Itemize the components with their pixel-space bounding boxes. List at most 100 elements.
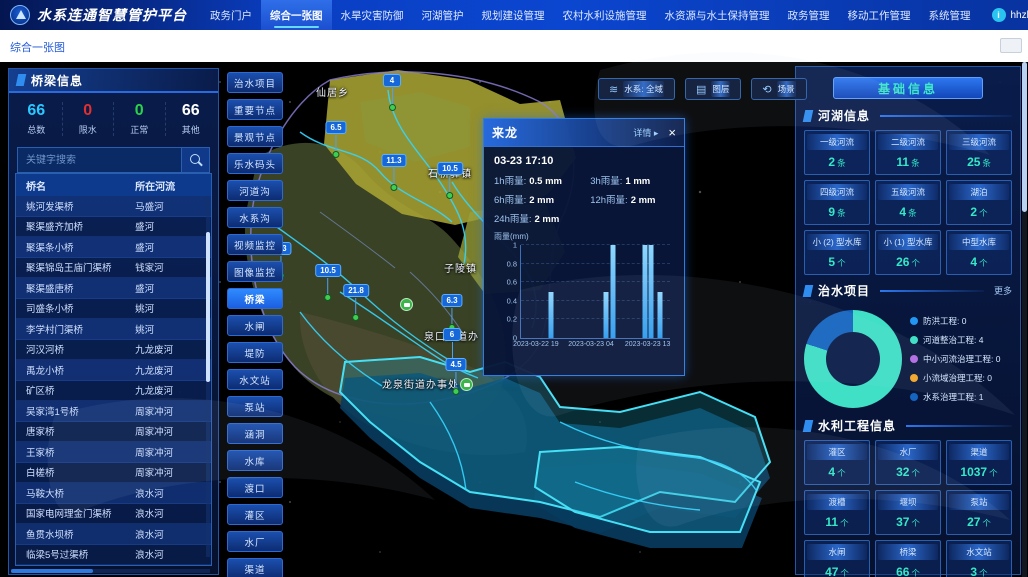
water-level-marker[interactable]: 10.5 <box>437 158 463 199</box>
table-row[interactable]: 白槎桥周家冲河 <box>16 463 211 484</box>
camera-marker-icon[interactable] <box>460 378 473 391</box>
nav-item-7[interactable]: 水资源与水土保持管理 <box>656 0 779 30</box>
layer-menu-item-1[interactable]: 治水项目 <box>227 72 283 93</box>
engineering-stat-cell: 桥梁66个 <box>875 540 941 577</box>
legend-item: 水系治理工程: 1 <box>910 391 1012 403</box>
table-row[interactable]: 国家电网理金门渠桥浪水河 <box>16 504 211 525</box>
section-marker-icon <box>803 285 814 297</box>
table-row[interactable]: 姚河发渠桥马盛河 <box>16 196 211 217</box>
nav-item-5[interactable]: 规划建设管理 <box>473 0 554 30</box>
layer-menu-item-8[interactable]: 图像监控 <box>227 261 283 282</box>
table-row[interactable]: 王家桥周家冲河 <box>16 442 211 463</box>
camera-marker-icon[interactable] <box>400 298 413 311</box>
table-row[interactable]: 禹龙小桥九龙废河 <box>16 360 211 381</box>
map-control-scene[interactable]: ⟲场景 <box>751 78 806 100</box>
marker-value: 4 <box>383 74 401 87</box>
engineering-section-title: 水利工程信息 <box>818 417 896 434</box>
river-section-title: 河湖信息 <box>818 107 870 124</box>
table-row[interactable]: 聚渠锦岛王庙门渠桥钱家河 <box>16 258 211 279</box>
stat-cell-value: 4个 <box>807 460 867 481</box>
nav-item-9[interactable]: 移动工作管理 <box>839 0 920 30</box>
stat-cell-value: 5个 <box>807 250 867 271</box>
marker-stem <box>449 176 450 192</box>
nav-item-6[interactable]: 农村水利设施管理 <box>554 0 656 30</box>
layer-menu-item-6[interactable]: 水系沟 <box>227 207 283 228</box>
search-input[interactable] <box>17 147 182 173</box>
legend-item: 小流域治理工程: 0 <box>910 372 1012 384</box>
page-scrollbar[interactable] <box>1022 62 1027 577</box>
layer-menu-item-13[interactable]: 泵站 <box>227 396 283 417</box>
basic-info-button[interactable]: 基础信息 <box>833 77 983 99</box>
stat-cell-value: 4条 <box>878 200 938 221</box>
chart-x-tick: 2023-03-23 13 <box>625 341 671 348</box>
water-level-marker[interactable]: 11.3 <box>381 150 406 191</box>
stat-cell-value: 11条 <box>878 150 938 171</box>
nav-item-2[interactable]: 综合一张图 <box>261 0 332 30</box>
table-header-bridge: 桥名 <box>16 178 129 193</box>
nav-item-4[interactable]: 河湖管护 <box>413 0 473 30</box>
layer-menu-item-18[interactable]: 水厂 <box>227 531 283 552</box>
water-level-marker[interactable]: 4 <box>383 70 401 111</box>
layer-menu-item-11[interactable]: 堤防 <box>227 342 283 363</box>
more-link[interactable]: 更多 <box>994 284 1012 297</box>
layer-menu-item-15[interactable]: 水库 <box>227 450 283 471</box>
layer-menu-item-4[interactable]: 乐水码头 <box>227 153 283 174</box>
table-row[interactable]: 司盛条小桥姚河 <box>16 299 211 320</box>
layer-menu-item-3[interactable]: 景观节点 <box>227 126 283 147</box>
layer-menu-item-10[interactable]: 水闸 <box>227 315 283 336</box>
table-row[interactable]: 鱼贯水坝桥浪水河 <box>16 524 211 545</box>
breadcrumb[interactable]: 综合一张图 <box>10 39 65 55</box>
search-icon[interactable] <box>182 147 210 173</box>
table-row[interactable]: 聚渠条小桥盛河 <box>16 237 211 258</box>
layer-menu-item-2[interactable]: 重要节点 <box>227 99 283 120</box>
scrollbar-thumb[interactable] <box>206 232 210 382</box>
table-row[interactable]: 马鞍大桥浪水河 <box>16 483 211 504</box>
table-row[interactable]: 唐家桥周家冲河 <box>16 422 211 443</box>
bridge-name-cell: 聚渠盛唐桥 <box>16 281 129 295</box>
layer-menu-item-17[interactable]: 灌区 <box>227 504 283 525</box>
layer-menu-item-7[interactable]: 视频监控 <box>227 234 283 255</box>
stat-cell-unit: 个 <box>911 518 920 528</box>
bridge-name-cell: 李学村门渠桥 <box>16 322 129 336</box>
table-row[interactable]: 河汉河桥九龙废河 <box>16 340 211 361</box>
stat-cell-unit: 个 <box>840 518 849 528</box>
table-row[interactable]: 聚渠盛唐桥盛河 <box>16 278 211 299</box>
table-horizontal-scrollbar[interactable] <box>11 569 210 573</box>
nav-item-8[interactable]: 政务管理 <box>779 0 839 30</box>
close-icon[interactable]: × <box>668 126 676 139</box>
layer-menu-item-19[interactable]: 渠道 <box>227 558 283 577</box>
layer-menu-item-16[interactable]: 渡口 <box>227 477 283 498</box>
nav-item-3[interactable]: 水旱灾害防御 <box>332 0 413 30</box>
popup-title: 来龙 <box>492 124 633 141</box>
popup-body: 03-23 17:10 1h雨量:0.5 mm3h雨量:1 mm6h雨量:2 m… <box>484 147 684 357</box>
user-menu[interactable]: i hhzb42080201 ∨ <box>980 0 1028 30</box>
water-level-marker[interactable]: 21.8 <box>343 280 369 321</box>
scrollbar-thumb[interactable] <box>1022 62 1027 212</box>
table-row[interactable]: 李学村门渠桥姚河 <box>16 319 211 340</box>
map-control-layers[interactable]: ▤图层 <box>685 78 741 100</box>
map-control-water-system[interactable]: ≋水系: 全域 <box>598 78 675 100</box>
corner-widget[interactable] <box>1000 38 1022 53</box>
river-name-cell: 浪水河 <box>129 527 211 541</box>
river-stat-cell: 三级河流25条 <box>946 130 1012 175</box>
stat-cell-value: 2个 <box>949 200 1009 221</box>
layer-menu-item-9[interactable]: 桥梁 <box>227 288 283 309</box>
rain-stat-value: 2 mm <box>535 214 560 225</box>
layer-menu-item-14[interactable]: 涵洞 <box>227 423 283 444</box>
popup-header: 来龙 详情 ▸ × <box>484 119 684 147</box>
table-row[interactable]: 聚渠盛齐加桥盛河 <box>16 217 211 238</box>
bridge-name-cell: 马鞍大桥 <box>16 486 129 500</box>
popup-detail-link[interactable]: 详情 ▸ <box>633 126 658 139</box>
layer-menu-item-5[interactable]: 河道沟 <box>227 180 283 201</box>
table-vertical-scrollbar[interactable] <box>206 198 210 557</box>
table-row[interactable]: 临梁5号过渠桥浪水河 <box>16 545 211 566</box>
table-row[interactable]: 吴家湾1号桥周家冲河 <box>16 401 211 422</box>
stat-cell-value: 66个 <box>878 560 938 577</box>
water-level-marker[interactable]: 6.5 <box>325 117 346 158</box>
layer-menu-item-12[interactable]: 水文站 <box>227 369 283 390</box>
table-row[interactable]: 矿区桥九龙废河 <box>16 381 211 402</box>
nav-item-1[interactable]: 政务门户 <box>201 0 261 30</box>
water-level-marker[interactable]: 10.5 <box>315 260 341 301</box>
scrollbar-thumb[interactable] <box>11 569 93 573</box>
nav-item-10[interactable]: 系统管理 <box>920 0 980 30</box>
